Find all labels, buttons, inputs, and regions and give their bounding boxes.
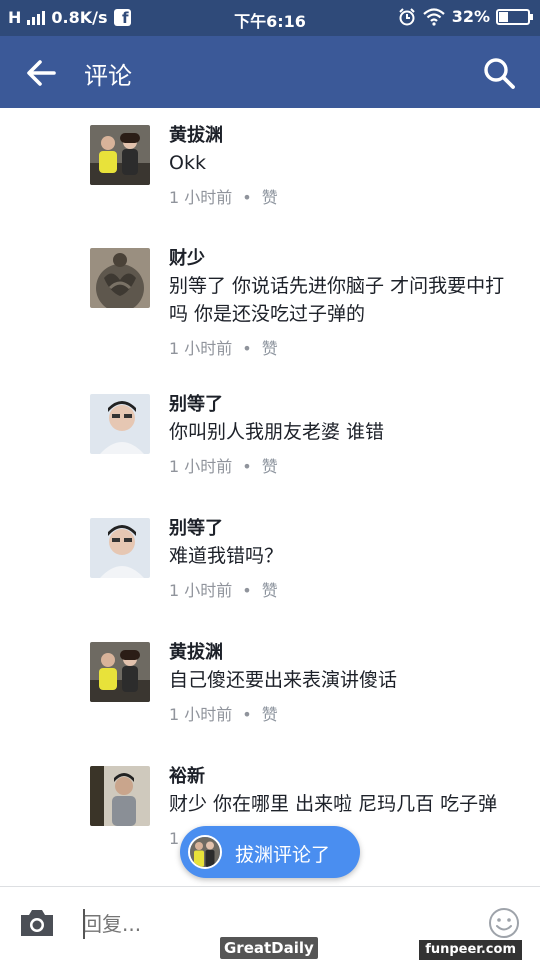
comment-author[interactable]: 别等了 <box>169 392 509 418</box>
like-button[interactable]: 赞 <box>262 188 278 207</box>
comment-body: 黄拔渊 自己傻还要出来表演讲傻话 1 小时前 • 赞 <box>169 640 509 726</box>
avatar[interactable] <box>90 518 150 578</box>
meta-separator: • <box>242 581 252 600</box>
app-header: 评论 <box>0 36 540 108</box>
avatar[interactable] <box>90 125 150 185</box>
avatar[interactable] <box>90 248 150 308</box>
smiley-icon[interactable] <box>488 907 520 939</box>
comment-body: 财少 别等了 你说话先进你脑子 才问我要中打吗 你是还没吃过子弹的 1 小时前 •… <box>169 246 509 360</box>
comment-author[interactable]: 黄拔渊 <box>169 640 509 666</box>
reply-input[interactable] <box>82 909 382 939</box>
meta-separator: • <box>242 188 252 207</box>
comment-author[interactable]: 别等了 <box>169 516 509 542</box>
like-button[interactable]: 赞 <box>262 339 278 358</box>
comment-time: 1 <box>169 829 180 848</box>
like-button[interactable]: 赞 <box>262 457 278 476</box>
comment-author[interactable]: 裕新 <box>169 764 509 790</box>
arrow-left-icon[interactable] <box>24 56 58 90</box>
comment-body: 别等了 你叫别人我朋友老婆 谁错 1 小时前 • 赞 <box>169 392 509 478</box>
like-button[interactable]: 赞 <box>262 705 278 724</box>
avatar[interactable] <box>90 642 150 702</box>
comment-time: 1 小时前 <box>169 705 233 724</box>
comment-body: 黄拔渊 Okk 1 小时前 • 赞 <box>169 123 509 209</box>
new-comment-label: 拔渊评论了 <box>235 844 331 866</box>
text-caret <box>83 909 85 939</box>
comment-body: 别等了 难道我错吗？ 1 小时前 • 赞 <box>169 516 509 602</box>
battery-icon <box>496 8 533 25</box>
comment-time: 1 小时前 <box>169 457 233 476</box>
comment-meta: 1 小时前 • 赞 <box>169 187 509 209</box>
comment-text: 难道我错吗？ <box>169 545 284 567</box>
new-comment-pill[interactable]: 拔渊评论了 <box>180 826 360 878</box>
comment-time: 1 小时前 <box>169 188 233 207</box>
comment-meta: 1 小时前 • 赞 <box>169 704 509 726</box>
avatar[interactable] <box>90 394 150 454</box>
watermark-left: GreatDaily <box>220 937 318 959</box>
comment-text: 财少 你在哪里 出来啦 尼玛几百 吃子弹 <box>169 793 498 815</box>
search-icon[interactable] <box>482 56 516 90</box>
camera-icon[interactable] <box>18 907 56 939</box>
comment-meta: 1 小时前 • 赞 <box>169 456 509 478</box>
battery-percent: 32% <box>451 7 490 26</box>
comment-author[interactable]: 财少 <box>169 246 509 272</box>
wifi-icon <box>422 7 445 26</box>
comment-text: 自己傻还要出来表演讲傻话 <box>169 669 398 691</box>
meta-separator: • <box>242 705 252 724</box>
comment-time: 1 小时前 <box>169 339 233 358</box>
battery-level <box>499 11 508 22</box>
avatar <box>188 835 222 869</box>
alarm-icon <box>398 7 415 25</box>
comment-text: 你叫别人我朋友老婆 谁错 <box>169 421 385 443</box>
page-title: 评论 <box>84 62 132 90</box>
status-right: 32% <box>398 7 533 26</box>
status-bar: H 0.8K/s f 下午6:16 32% <box>0 0 540 36</box>
avatar[interactable] <box>90 766 150 826</box>
meta-separator: • <box>242 339 252 358</box>
comment-author[interactable]: 黄拔渊 <box>169 123 509 149</box>
like-button[interactable]: 赞 <box>262 581 278 600</box>
comment-text: 别等了 你说话先进你脑子 才问我要中打吗 你是还没吃过子弹的 <box>169 275 505 325</box>
meta-separator: • <box>242 457 252 476</box>
comment-text: Okk <box>169 152 206 174</box>
comment-meta: 1 小时前 • 赞 <box>169 338 509 360</box>
watermark-right: funpeer.com <box>419 940 522 960</box>
comment-time: 1 小时前 <box>169 581 233 600</box>
comment-meta: 1 小时前 • 赞 <box>169 580 509 602</box>
comment-list[interactable]: 黄拔渊 Okk 1 小时前 • 赞 财少 别等了 你说话先进你脑子 才问我要中打吗 … <box>0 108 540 886</box>
